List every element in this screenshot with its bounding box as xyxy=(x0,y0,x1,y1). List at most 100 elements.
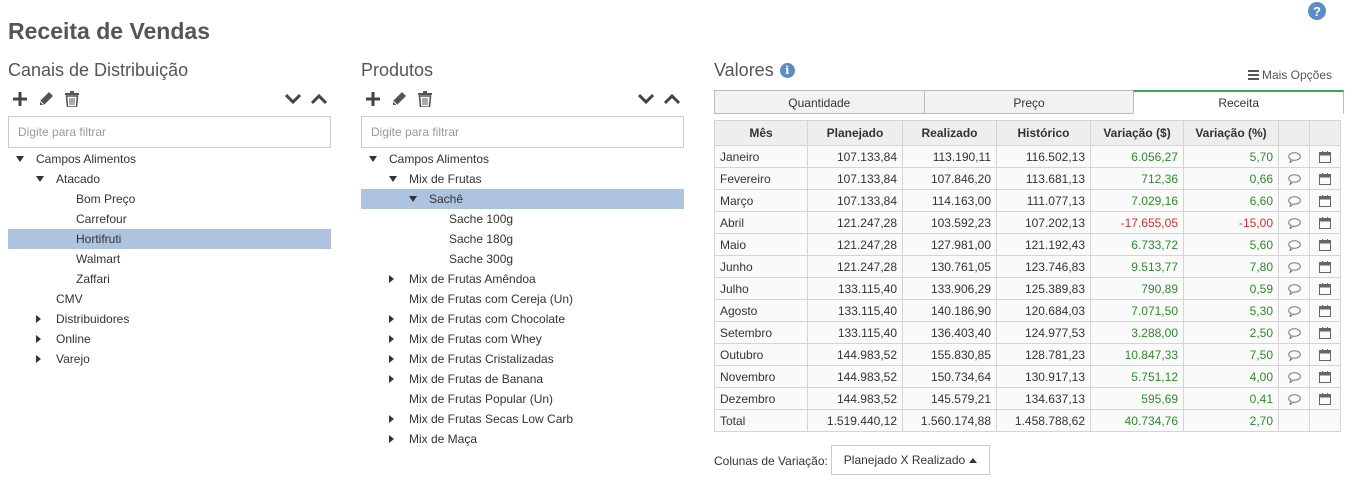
table-cell[interactable]: 3.288,00 xyxy=(1090,321,1184,344)
table-cell[interactable]: 121.247,28 xyxy=(807,233,903,256)
table-cell[interactable]: 7.029,16 xyxy=(1090,189,1184,212)
caret-right-icon[interactable] xyxy=(389,275,394,283)
tree-node[interactable]: Sache 300g xyxy=(361,249,684,269)
comment-icon[interactable] xyxy=(1278,189,1310,212)
comment-icon[interactable] xyxy=(1278,255,1310,278)
calendar-icon[interactable] xyxy=(1309,299,1341,322)
caret-right-icon[interactable] xyxy=(389,315,394,323)
tree-node[interactable]: Campos Alimentos xyxy=(8,149,331,169)
tree-node[interactable]: Online xyxy=(8,329,331,349)
table-cell[interactable]: 113.190,11 xyxy=(902,145,997,168)
caret-down-icon[interactable] xyxy=(16,156,24,162)
caret-down-icon[interactable] xyxy=(389,176,397,182)
column-header-planejado[interactable]: Planejado xyxy=(807,120,903,146)
caret-down-icon[interactable] xyxy=(36,176,44,182)
comment-icon[interactable] xyxy=(1278,233,1310,256)
table-cell[interactable]: 0,66 xyxy=(1183,167,1279,190)
table-cell[interactable]: 107.133,84 xyxy=(807,145,903,168)
tree-node[interactable]: CMV xyxy=(8,289,331,309)
tree-node[interactable]: Distribuidores xyxy=(8,309,331,329)
calendar-icon[interactable] xyxy=(1309,277,1341,300)
tree-node[interactable]: Mix de Frutas Popular (Un) xyxy=(361,389,684,409)
table-cell[interactable]: 0,41 xyxy=(1183,387,1279,410)
table-cell[interactable]: 114.163,00 xyxy=(902,189,997,212)
caret-right-icon[interactable] xyxy=(36,315,41,323)
table-cell[interactable]: 6.733,72 xyxy=(1090,233,1184,256)
colunas-variacao-dropdown[interactable]: Planejado X Realizado xyxy=(831,445,990,475)
table-cell[interactable]: 144.983,52 xyxy=(807,365,903,388)
comment-icon[interactable] xyxy=(1278,343,1310,366)
table-cell[interactable]: 10.847,33 xyxy=(1090,343,1184,366)
calendar-icon[interactable] xyxy=(1309,145,1341,168)
tree-node[interactable]: Zaffari xyxy=(8,269,331,289)
produtos-filter-input[interactable] xyxy=(361,116,684,148)
canais-filter-input[interactable] xyxy=(8,116,331,148)
tab-quantidade[interactable]: Quantidade xyxy=(714,90,925,114)
table-cell[interactable]: 1.458.788,62 xyxy=(996,409,1091,432)
tab-preco[interactable]: Preço xyxy=(923,90,1135,114)
table-cell[interactable]: 6.056,27 xyxy=(1090,145,1184,168)
table-cell[interactable]: 144.983,52 xyxy=(807,387,903,410)
table-cell[interactable]: 121.247,28 xyxy=(807,255,903,278)
column-header-variacao-percent[interactable]: Variação (%) xyxy=(1183,120,1279,146)
table-cell[interactable]: 5,60 xyxy=(1183,233,1279,256)
table-cell[interactable]: 4,00 xyxy=(1183,365,1279,388)
tree-node[interactable]: Bom Preço xyxy=(8,189,331,209)
comment-icon[interactable] xyxy=(1278,299,1310,322)
caret-right-icon[interactable] xyxy=(389,435,394,443)
table-cell[interactable]: 5,70 xyxy=(1183,145,1279,168)
column-header-realizado[interactable]: Realizado xyxy=(902,120,997,146)
table-cell[interactable]: 116.502,13 xyxy=(996,145,1091,168)
caret-right-icon[interactable] xyxy=(389,355,394,363)
caret-right-icon[interactable] xyxy=(389,415,394,423)
calendar-icon[interactable] xyxy=(1309,233,1341,256)
tree-node[interactable]: Campos Alimentos xyxy=(361,149,684,169)
help-icon[interactable]: ? xyxy=(1308,2,1326,20)
table-cell[interactable]: 40.734,76 xyxy=(1090,409,1184,432)
tree-node[interactable]: Mix de Frutas de Banana xyxy=(361,369,684,389)
tree-node[interactable]: Carrefour xyxy=(8,209,331,229)
comment-icon[interactable] xyxy=(1278,365,1310,388)
table-cell[interactable]: 133.115,40 xyxy=(807,321,903,344)
info-icon[interactable]: i xyxy=(779,63,795,78)
collapse-all-icon[interactable] xyxy=(284,90,301,108)
table-cell[interactable]: 790,89 xyxy=(1090,277,1184,300)
table-cell[interactable]: 123.746,83 xyxy=(996,255,1091,278)
table-cell[interactable]: 124.977,53 xyxy=(996,321,1091,344)
table-cell[interactable]: 595,69 xyxy=(1090,387,1184,410)
expand-all-icon[interactable] xyxy=(663,90,680,108)
table-cell[interactable]: 150.734,64 xyxy=(902,365,997,388)
caret-down-icon[interactable] xyxy=(369,156,377,162)
table-cell[interactable]: 107.202,13 xyxy=(996,211,1091,234)
table-cell[interactable]: -17.655,05 xyxy=(1090,211,1184,234)
table-cell[interactable]: 133.115,40 xyxy=(807,299,903,322)
tree-node[interactable]: Mix de Maça xyxy=(361,429,684,449)
comment-icon[interactable] xyxy=(1278,167,1310,190)
table-cell[interactable]: 144.983,52 xyxy=(807,343,903,366)
caret-right-icon[interactable] xyxy=(36,335,41,343)
tree-node[interactable]: Mix de Frutas com Cereja (Un) xyxy=(361,289,684,309)
table-cell[interactable]: 103.592,23 xyxy=(902,211,997,234)
tree-node[interactable]: Sache 180g xyxy=(361,229,684,249)
calendar-icon[interactable] xyxy=(1309,321,1341,344)
table-cell[interactable]: 107.133,84 xyxy=(807,167,903,190)
table-cell[interactable]: 6,60 xyxy=(1183,189,1279,212)
table-cell[interactable]: 136.403,40 xyxy=(902,321,997,344)
caret-right-icon[interactable] xyxy=(389,335,394,343)
table-cell[interactable]: 130.917,13 xyxy=(996,365,1091,388)
table-cell[interactable]: 7,80 xyxy=(1183,255,1279,278)
collapse-all-icon[interactable] xyxy=(637,90,654,108)
table-cell[interactable]: 107.846,20 xyxy=(902,167,997,190)
calendar-icon[interactable] xyxy=(1309,189,1341,212)
edit-icon[interactable] xyxy=(390,90,407,108)
table-cell[interactable]: 111.077,13 xyxy=(996,189,1091,212)
comment-icon[interactable] xyxy=(1278,321,1310,344)
table-cell[interactable]: 140.186,90 xyxy=(902,299,997,322)
table-cell[interactable]: 2,70 xyxy=(1183,409,1279,432)
add-icon[interactable] xyxy=(11,90,28,108)
table-cell[interactable]: 1.560.174,88 xyxy=(902,409,997,432)
tab-receita[interactable]: Receita xyxy=(1133,90,1345,114)
comment-icon[interactable] xyxy=(1278,145,1310,168)
add-icon[interactable] xyxy=(364,90,381,108)
tree-node[interactable]: Mix de Frutas Secas Low Carb xyxy=(361,409,684,429)
